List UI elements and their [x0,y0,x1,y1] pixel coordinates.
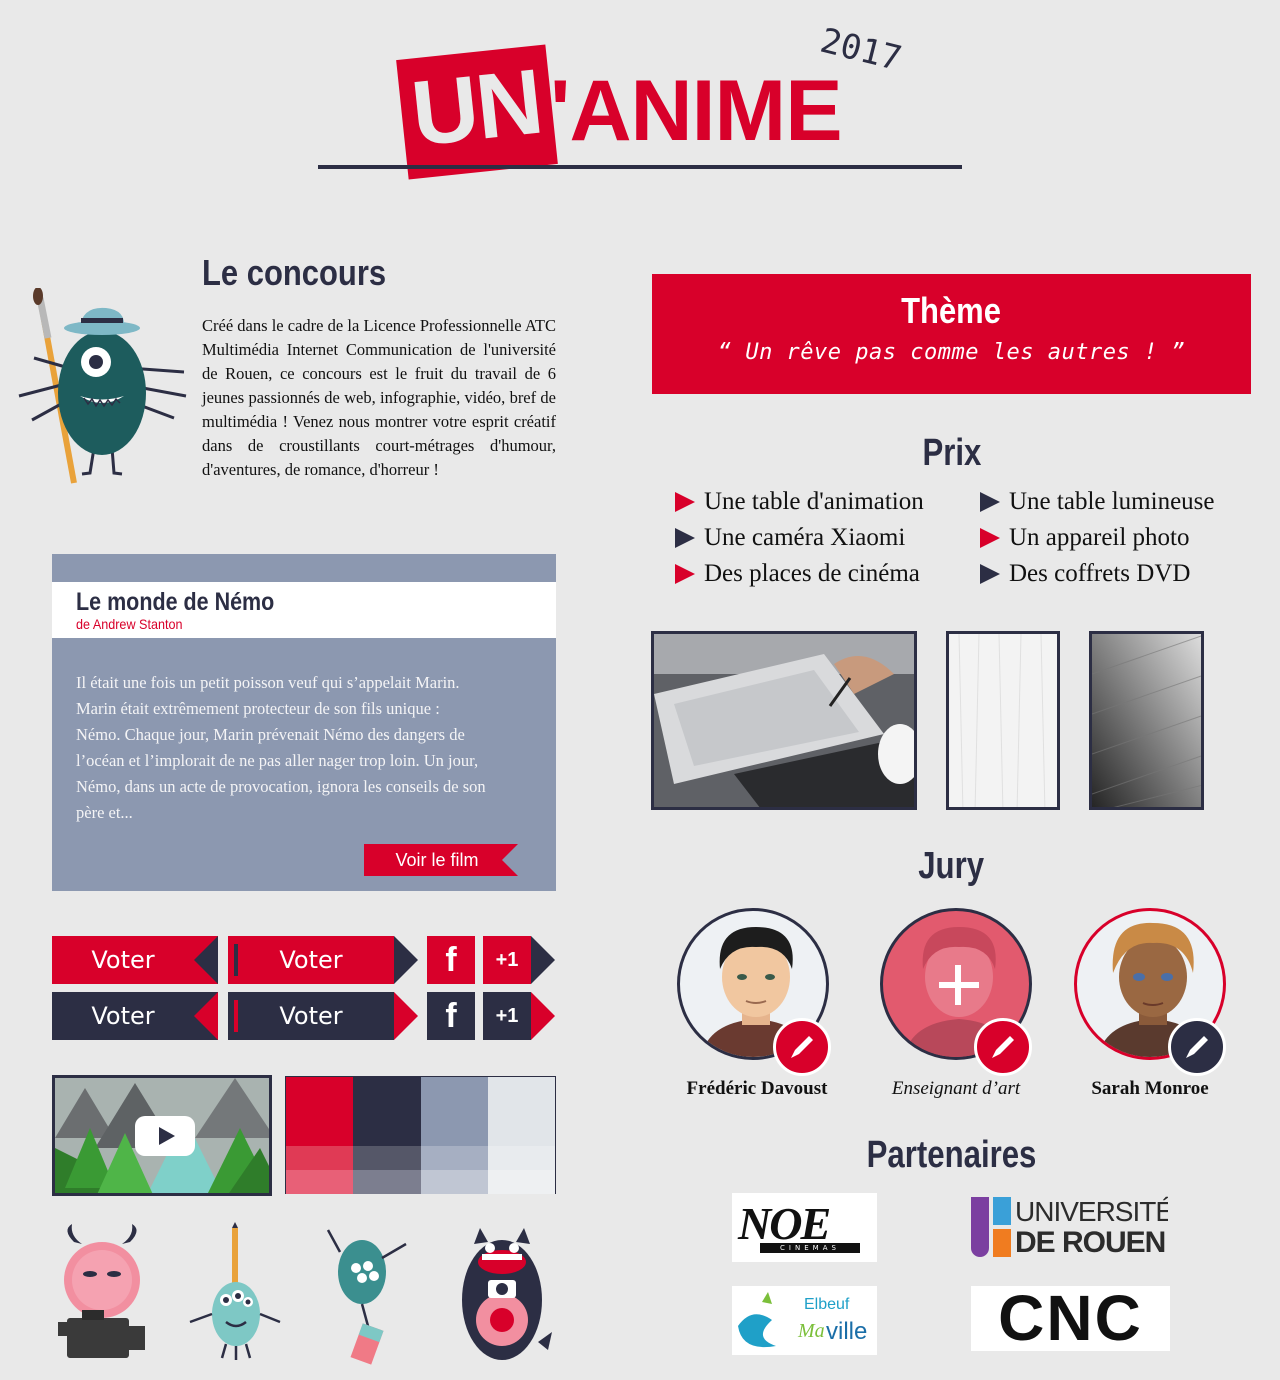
univ-logo-line2: DE ROUEN [1015,1226,1166,1259]
arrow-right-icon [675,528,695,548]
univ-logo-u-icon [971,1197,989,1257]
site-logo[interactable]: UN 'ANIME 2017 [396,21,920,180]
facebook-icon: f [445,940,457,979]
teal-monster-eraser-illustration [326,1229,407,1365]
jury-member-sarah[interactable]: Sarah Monroe [1074,908,1234,1108]
jury-name: Frédéric Davoust [686,1078,828,1099]
partner-universite-rouen[interactable]: UNIVERSITÉ DE ROUEN [971,1193,1168,1262]
elbeuf-ma-label: Ma [798,1320,825,1342]
vote-button-red-2[interactable]: Voter [228,936,394,984]
concours-description: Créé dans le cadre de la Licence Profess… [202,316,556,479]
share-arrow-icon [531,936,555,984]
univ-logo-blue-block [993,1197,1011,1225]
plus-one-icon: +1 [495,948,519,971]
play-icon[interactable] [135,1116,195,1156]
film-card: Le monde de Némo de Andrew Stanton Il ét… [52,554,556,891]
logo-anime-text: 'ANIME [550,63,843,159]
theme-quote: “ Un rêve pas comme les autres ! ” [717,340,1186,365]
google-plus-button-dark[interactable]: +1 [483,992,531,1040]
theme-title: Thème [901,290,1002,331]
navy-monster-camera-illustration [462,1228,552,1360]
vote-bar-icon [234,1000,238,1032]
share-arrow-icon [531,992,555,1040]
header-divider [318,165,962,169]
drawing-tablet-image [651,631,917,810]
pencil-icon[interactable] [773,1018,831,1076]
arrow-right-icon [980,564,1000,584]
video-thumbnail[interactable] [52,1075,272,1196]
jury-name: Enseignant d’art [891,1078,1021,1099]
vote-button-dark-1[interactable]: Voter [52,992,218,1040]
pink-monster-camera-illustration [58,1224,145,1358]
concours-title: Le concours [202,252,387,293]
elbeuf-label: Elbeuf [804,1296,850,1313]
pencil-icon[interactable] [974,1018,1032,1076]
vote-arrow-icon [194,936,218,984]
jury-member-enseignant[interactable]: Enseignant d’art [880,908,1040,1108]
vote-arrow-icon [194,992,218,1040]
facebook-share-button[interactable]: f [427,936,475,984]
jury-member-frederic[interactable]: Frédéric Davoust [677,908,837,1108]
vote-label: Voter [91,1002,155,1030]
prix-title: Prix [922,432,981,474]
prize-item: Une table d'animation [675,488,924,516]
elbeuf-ville-label: ville [826,1318,868,1345]
cnc-logo-text: CNC [998,1286,1143,1351]
painter-monster-illustration [18,288,187,484]
arrow-right-icon [980,492,1000,512]
pencil-icon[interactable] [1168,1018,1226,1076]
facebook-share-button-dark[interactable]: f [427,992,475,1040]
arrow-right-icon [980,528,1000,548]
teal-monster-pencil-illustration [189,1222,281,1360]
prize-item: Une table lumineuse [980,488,1215,516]
univ-logo-line1: UNIVERSITÉ [1015,1196,1168,1227]
vote-button-dark-2[interactable]: Voter [228,992,394,1040]
color-palette [285,1076,556,1194]
film-author: de Andrew Stanton [76,616,183,632]
film-title: Le monde de Némo [76,588,275,616]
vote-bar-icon [234,944,238,976]
arrow-right-icon [675,492,695,512]
univ-logo-orange-block [993,1229,1011,1257]
facebook-icon: f [445,996,457,1035]
arrow-right-icon [675,564,695,584]
film-header: Le monde de Némo de Andrew Stanton [52,582,556,638]
plus-one-icon: +1 [495,1004,519,1027]
texture-image [1089,631,1204,810]
vote-button-red-1[interactable]: Voter [52,936,218,984]
logo-un-text: UN [407,50,546,166]
vote-label: Voter [279,1002,343,1030]
partner-noe-cinemas[interactable]: NOE CINEMAS [732,1193,877,1262]
vote-arrow-icon [394,936,418,984]
vote-arrow-icon [394,992,418,1040]
theme-banner: Thème “ Un rêve pas comme les autres ! ” [652,274,1251,394]
watch-film-button[interactable]: Voir le film [364,844,518,876]
prize-item: Une caméra Xiaomi [675,524,905,552]
vote-label: Voter [91,946,155,974]
watch-film-label: Voir le film [395,849,479,870]
noe-cinemas-label: CINEMAS [760,1243,860,1253]
prize-item: Des coffrets DVD [980,560,1190,588]
vote-label: Voter [279,946,343,974]
google-plus-button[interactable]: +1 [483,936,531,984]
partenaires-title: Partenaires [866,1134,1037,1176]
jury-title: Jury [918,845,985,887]
light-table-image [946,631,1060,810]
film-synopsis: Il était une fois un petit poisson veuf … [76,673,486,822]
prize-item: Des places de cinéma [675,560,920,588]
partner-cnc[interactable]: CNC [971,1286,1170,1351]
prize-item: Un appareil photo [980,524,1190,552]
partner-elbeuf[interactable]: Elbeuf Ma ville [732,1286,877,1355]
jury-name: Sarah Monroe [1091,1078,1209,1099]
